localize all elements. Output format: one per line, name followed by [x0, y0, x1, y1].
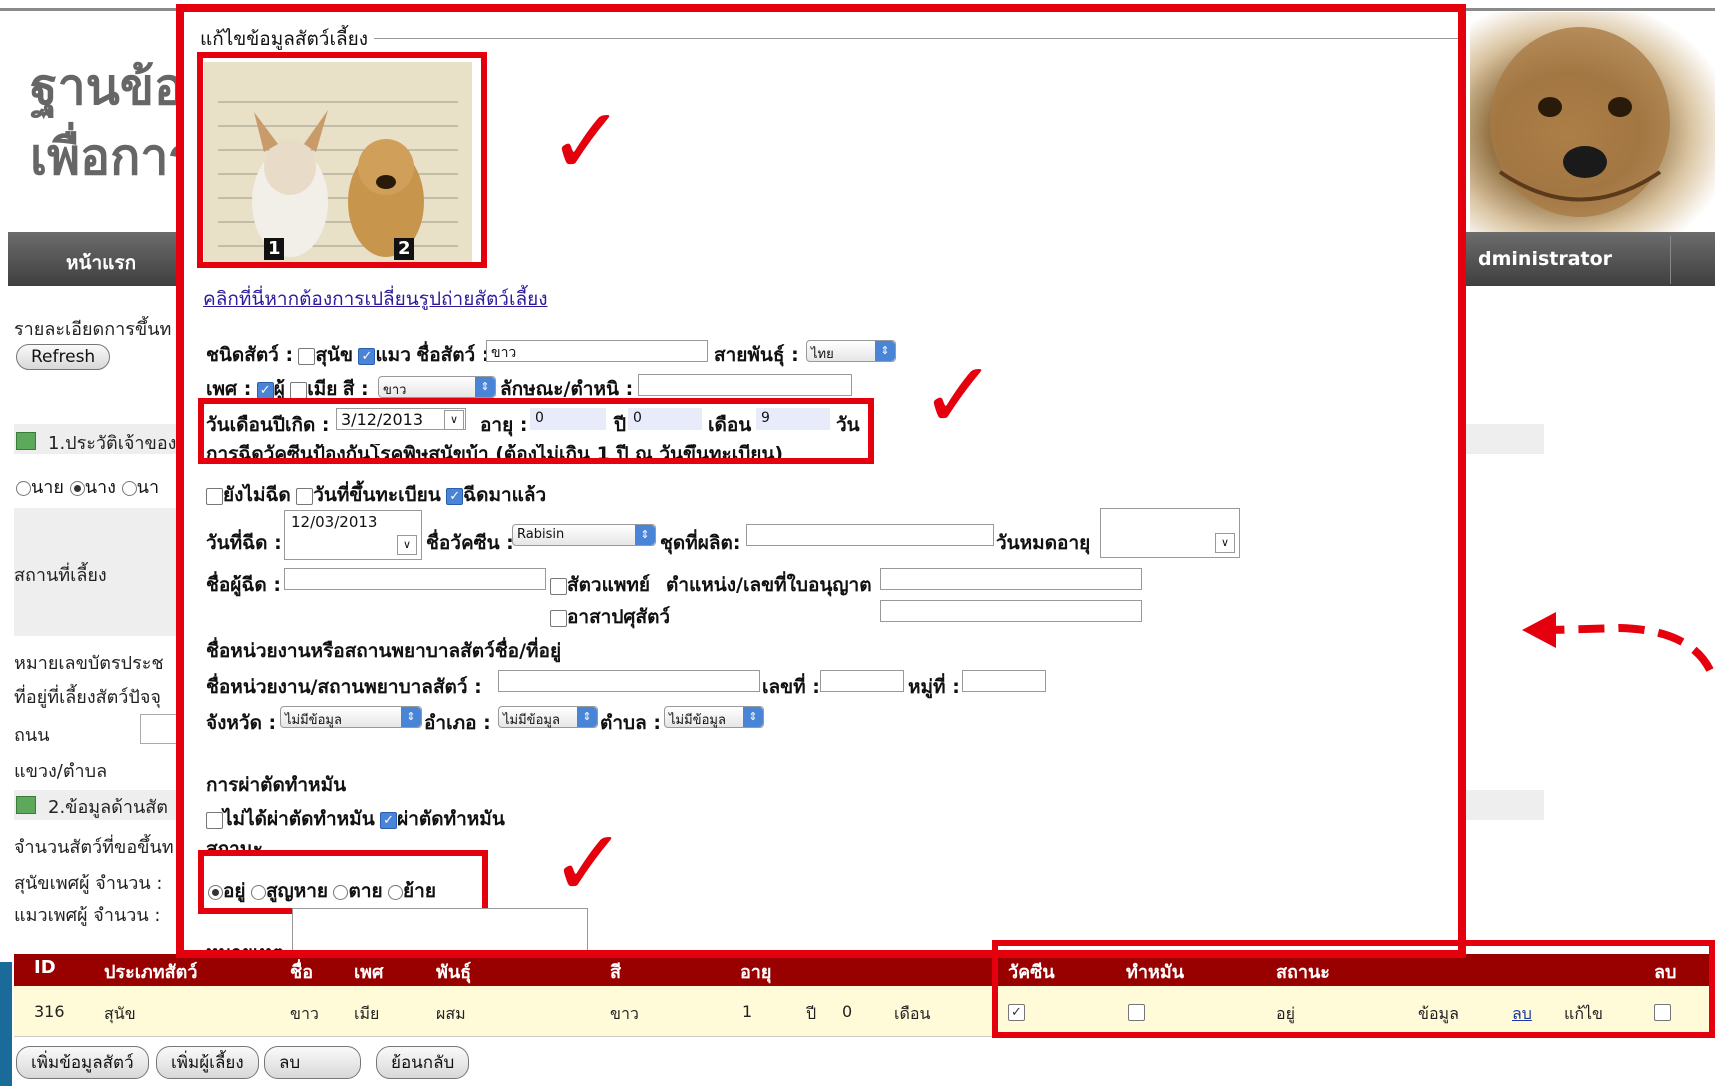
dashed-arrow-icon — [1522, 612, 1714, 672]
header-dog-image — [1470, 12, 1715, 232]
refresh-button[interactable]: Refresh — [16, 344, 111, 370]
details-label: รายละเอียดการขึ้นท — [14, 319, 172, 340]
cell-age-years: 1 — [742, 1002, 753, 1021]
cell-name: ขาว — [290, 1004, 319, 1023]
highlight-table-box — [992, 940, 1715, 1038]
check-mark-icon: ✓ — [548, 88, 626, 195]
male-cats-label: แมวเพศผู้ จำนวน : — [14, 905, 161, 926]
add-animal-button[interactable]: เพิ่มข้อมูลสัตว์ — [16, 1046, 149, 1079]
th-breed: พันธุ์ — [436, 962, 472, 983]
radio-mrs[interactable] — [69, 480, 85, 496]
cell-years-unit: ปี — [806, 1004, 817, 1023]
cell-color: ขาว — [610, 1004, 639, 1023]
address-label: ที่อยู่ที่เลี้ยงสัตว์ปัจจุ — [14, 687, 161, 708]
th-id: ID — [34, 957, 56, 978]
cell-breed: ผสม — [436, 1004, 466, 1023]
edit-form-icon-2 — [16, 796, 36, 814]
nav-home[interactable]: หน้าแรก — [66, 248, 136, 278]
radio-mr[interactable] — [16, 480, 31, 496]
cell-type: สุนัข — [104, 1004, 136, 1023]
road-label: ถนน — [14, 725, 50, 746]
dog-face-illustration — [1490, 27, 1670, 217]
radio-mr-label: นาย — [31, 477, 64, 498]
owner-title-radios: นาย นาง นา — [16, 472, 159, 501]
edit-form-icon — [16, 432, 36, 450]
male-dogs-label: สุนัขเพศผู้ จำนวน : — [14, 873, 163, 894]
left-edge-bar — [0, 962, 12, 1086]
subdistrict-label: แขวง/ตำบล — [14, 761, 108, 782]
add-owner-button[interactable]: เพิ่มผู้เลี้ยง — [156, 1046, 259, 1079]
th-name: ชื่อ — [290, 962, 314, 983]
cell-sex: เมีย — [354, 1004, 380, 1023]
cell-months-unit: เดือน — [894, 1004, 931, 1023]
radio-ms-label: นา — [136, 477, 160, 498]
cell-age-months: 0 — [842, 1002, 853, 1021]
location-label: สถานที่เลี้ยง — [14, 565, 107, 586]
count-label: จำนวนสัตว์ที่ขอขึ้นท — [14, 837, 174, 858]
th-sex: เพศ — [354, 962, 384, 983]
cell-id: 316 — [34, 1002, 65, 1021]
site-title-line2: เพื่อการ — [30, 127, 196, 186]
id-card-label: หมายเลขบัตรประช — [14, 653, 164, 674]
check-mark-icon: ✓ — [550, 810, 628, 917]
radio-mrs-label: นาง — [84, 477, 116, 498]
check-mark-icon: ✓ — [920, 342, 998, 449]
delete-button[interactable]: ลบ — [264, 1046, 362, 1079]
th-age: อายุ — [740, 962, 772, 983]
radio-ms[interactable] — [121, 480, 137, 496]
highlight-dialog-box — [176, 4, 1466, 958]
section1-title: 1.ประวัติเจ้าของ — [48, 433, 177, 454]
th-color: สี — [610, 962, 621, 983]
nav-administrator[interactable]: dministrator — [1478, 248, 1612, 270]
nav-divider — [1670, 236, 1671, 284]
back-button[interactable]: ย้อนกลับ — [376, 1046, 470, 1079]
th-type: ประเภทสัตว์ — [104, 962, 198, 983]
section2-title: 2.ข้อมูลด้านสัต — [48, 797, 168, 818]
